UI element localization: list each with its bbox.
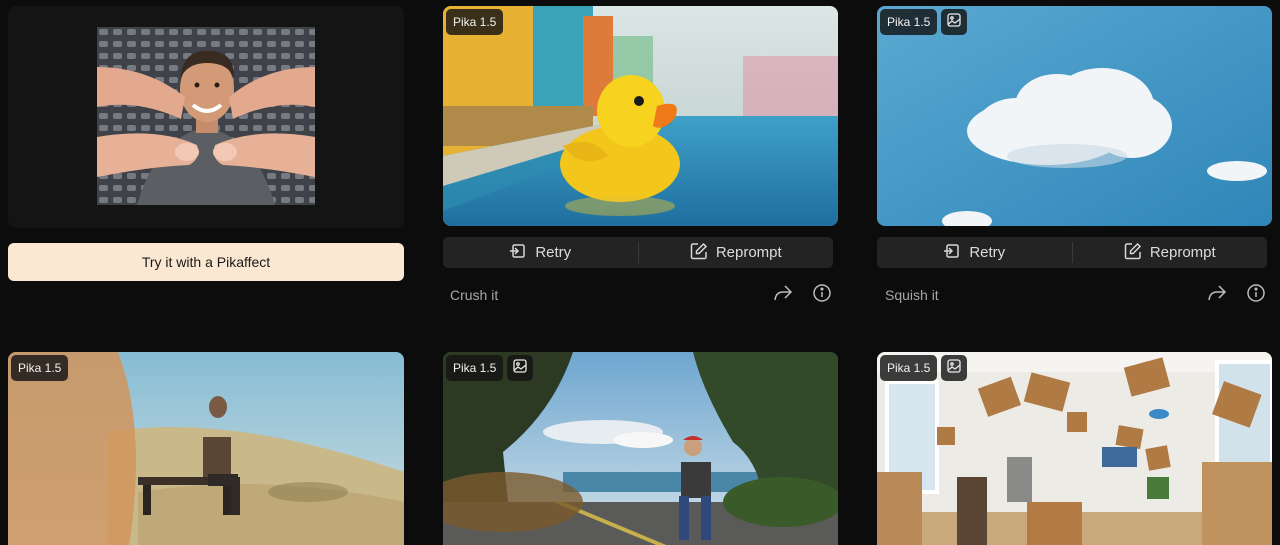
info-icon <box>812 283 832 308</box>
share-button[interactable] <box>772 284 794 306</box>
info-button[interactable] <box>1245 283 1267 308</box>
model-badge: Pika 1.5 <box>880 9 938 35</box>
share-button[interactable] <box>1206 284 1228 306</box>
model-badge: Pika 1.5 <box>880 355 938 381</box>
retry-icon <box>943 242 961 264</box>
retry-button[interactable]: Retry <box>443 237 638 268</box>
action-bar: Retry Reprompt <box>877 237 1267 268</box>
retry-label: Retry <box>535 244 572 261</box>
image-input-badge <box>941 355 968 381</box>
effect-caption: Squish it <box>885 287 939 303</box>
retry-label: Retry <box>969 244 1006 261</box>
image-input-badge <box>941 9 968 35</box>
video-thumbnail[interactable]: Pika 1.5 <box>443 6 838 226</box>
model-badge: Pika 1.5 <box>11 355 69 381</box>
reprompt-button[interactable]: Reprompt <box>639 237 834 268</box>
reprompt-button[interactable]: Reprompt <box>1073 237 1268 268</box>
reprompt-label: Reprompt <box>1149 244 1216 261</box>
image-icon <box>947 12 962 32</box>
video-thumbnail[interactable]: Pika 1.5 <box>877 352 1272 545</box>
try-pikaffect-button[interactable]: Try it with a Pikaffect <box>8 243 404 281</box>
image-icon <box>947 358 962 378</box>
reprompt-label: Reprompt <box>715 244 782 261</box>
retry-button[interactable]: Retry <box>877 237 1072 268</box>
share-icon <box>773 284 793 307</box>
model-badge: Pika 1.5 <box>446 355 504 381</box>
image-input-badge <box>507 355 534 381</box>
info-button[interactable] <box>811 283 833 308</box>
action-bar: Retry Reprompt <box>443 237 833 268</box>
image-icon <box>513 358 528 378</box>
video-thumbnail[interactable]: Pika 1.5 <box>877 6 1272 226</box>
video-thumbnail[interactable]: Pika 1.5 <box>8 352 404 545</box>
video-thumbnail[interactable]: Pika 1.5 <box>443 352 838 545</box>
model-badge: Pika 1.5 <box>446 9 504 35</box>
promo-image <box>97 27 315 205</box>
edit-icon <box>1124 242 1142 264</box>
retry-icon <box>509 242 527 264</box>
edit-icon <box>690 242 708 264</box>
share-icon <box>1207 284 1227 307</box>
effect-caption: Crush it <box>450 287 499 303</box>
info-icon <box>1246 283 1266 308</box>
